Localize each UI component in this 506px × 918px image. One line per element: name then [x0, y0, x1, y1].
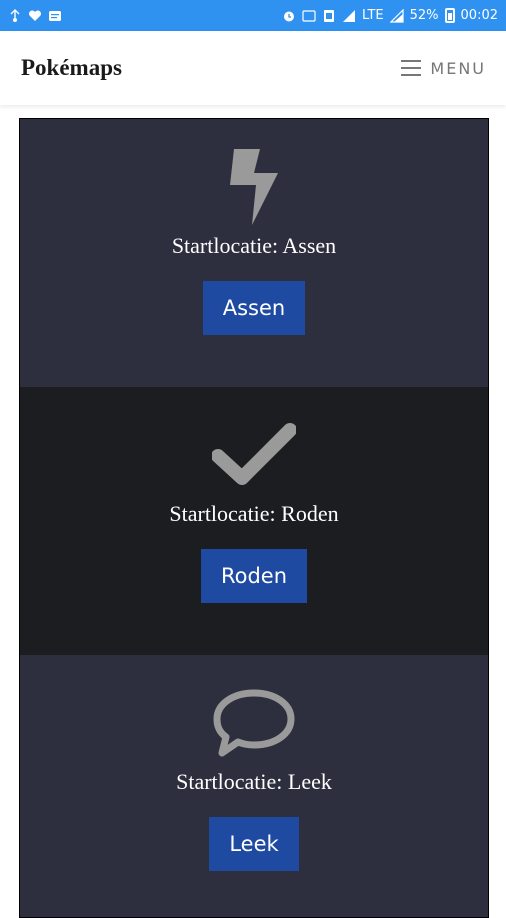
menu-label: MENU	[430, 58, 486, 78]
content-frame: Startlocatie: Assen Assen Startlocatie: …	[19, 118, 489, 918]
status-bar-notifications	[8, 8, 62, 23]
network-type: LTE	[362, 8, 384, 23]
message-icon	[49, 10, 61, 21]
location-label: Startlocatie: Leek	[176, 769, 332, 794]
menu-button[interactable]: MENU	[401, 59, 486, 78]
site-title[interactable]: Pokémaps	[21, 55, 122, 81]
app-header: Pokémaps MENU	[0, 31, 506, 105]
clock: 00:02	[460, 8, 498, 23]
signal-icon	[343, 9, 356, 22]
lightning-icon	[226, 147, 282, 227]
location-label: Startlocatie: Assen	[171, 233, 337, 258]
roden-button[interactable]: Roden	[200, 549, 308, 603]
volte-icon	[302, 9, 316, 22]
checkmark-icon	[212, 415, 296, 495]
battery-icon	[444, 8, 455, 23]
location-section-assen: Startlocatie: Assen Assen	[20, 119, 488, 387]
leek-button[interactable]: Leek	[209, 817, 299, 871]
location-section-roden: Startlocatie: Roden Roden	[20, 387, 488, 655]
alarm-icon	[284, 11, 295, 21]
hamburger-icon	[401, 60, 422, 76]
nfc-icon	[324, 9, 335, 22]
signal-strength-icon	[389, 8, 404, 23]
status-bar-system: LTE 52% 00:02	[282, 8, 498, 23]
speech-bubble-icon	[212, 683, 296, 763]
battery-percentage: 52%	[409, 8, 439, 23]
usb-icon	[10, 8, 20, 22]
assen-button[interactable]: Assen	[202, 281, 306, 335]
location-section-leek: Startlocatie: Leek Leek	[20, 655, 488, 917]
status-bar: LTE 52% 00:02	[0, 0, 506, 31]
location-label: Startlocatie: Roden	[169, 501, 339, 526]
heart-icon	[28, 9, 42, 21]
